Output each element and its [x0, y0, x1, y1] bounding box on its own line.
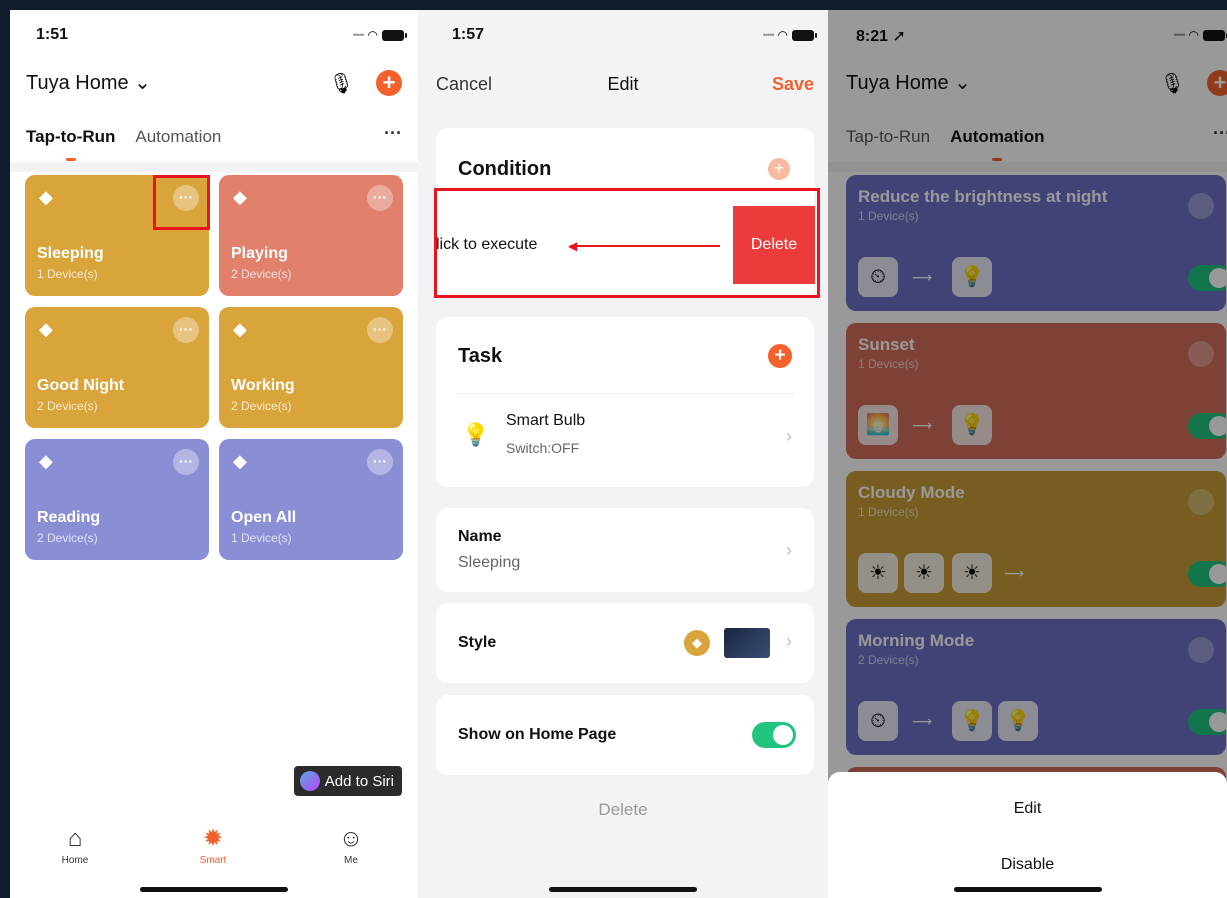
- tabbar-me[interactable]: ☺ Me: [321, 823, 381, 866]
- status-time: 1:57: [452, 26, 485, 43]
- tag-icon: ◆: [39, 319, 53, 339]
- tabbar-smart[interactable]: ✹ Smart: [183, 823, 243, 866]
- condition-title: Condition: [458, 158, 552, 180]
- scene-card-playing[interactable]: ◆ ··· Playing 2 Device(s): [219, 175, 403, 296]
- add-task-icon[interactable]: +: [768, 344, 792, 368]
- dim-overlay[interactable]: [828, 10, 1227, 898]
- phone-smart-tap-to-run: 1:51 ••••• ◠ Tuya Home ⌄ 🎙 + Tap-to-Run A…: [10, 10, 418, 898]
- phone-edit-scene: 1:57 ••••• ◠ Cancel Edit Save Condition +…: [418, 10, 828, 898]
- sheet-disable-button[interactable]: Disable: [828, 856, 1227, 874]
- chevron-right-icon: ›: [786, 426, 792, 446]
- phone-automation-list: 8:21 ➚ ••••• ◠ Tuya Home ⌄ 🎙 + Tap-to-Run…: [828, 10, 1227, 898]
- scene-devices: 2 Device(s): [37, 399, 98, 413]
- name-label: Name: [458, 528, 502, 545]
- scene-devices: 1 Device(s): [37, 267, 98, 281]
- home-name: Tuya Home ⌄: [26, 72, 151, 94]
- scene-card-open-all[interactable]: ◆ ··· Open All 1 Device(s): [219, 439, 403, 560]
- tag-icon: ◆: [233, 187, 247, 207]
- add-plus-icon[interactable]: +: [376, 70, 402, 96]
- microphone-icon[interactable]: 🎙: [329, 71, 354, 96]
- signal-icon: •••••: [352, 30, 365, 40]
- chevron-right-icon: ›: [786, 540, 792, 560]
- tabbar-label: Smart: [199, 855, 227, 866]
- style-label: Style: [458, 634, 497, 651]
- more-icon[interactable]: ···: [367, 449, 393, 475]
- tabbar-label: Home: [61, 855, 89, 866]
- scene-devices: 2 Device(s): [231, 399, 292, 413]
- scene-name: Open All: [231, 509, 297, 526]
- signal-icon: •••••: [762, 30, 775, 40]
- siri-icon: [299, 771, 320, 791]
- home-selector[interactable]: Tuya Home ⌄: [26, 70, 151, 95]
- action-sheet: Edit Disable: [828, 772, 1227, 898]
- task-state: Switch:OFF: [506, 440, 580, 456]
- tab-automation[interactable]: Automation: [135, 127, 221, 147]
- more-icon[interactable]: ···: [367, 185, 393, 211]
- tabbar-home[interactable]: ⌂ Home: [45, 823, 105, 866]
- scene-devices: 2 Device(s): [37, 531, 98, 545]
- more-icon[interactable]: ···: [173, 317, 199, 343]
- task-panel: Task + 💡 Smart Bulb Switch:OFF ›: [436, 317, 814, 487]
- sheet-edit-button[interactable]: Edit: [828, 800, 1227, 818]
- user-icon: ☺: [338, 825, 364, 852]
- more-icon[interactable]: ···: [173, 449, 199, 475]
- scene-name: Playing: [231, 245, 288, 262]
- chevron-right-icon: ›: [786, 631, 792, 651]
- home-indicator: [953, 887, 1102, 892]
- tab-bar: ⌂ Home ✹ Smart ☺ Me: [10, 813, 418, 883]
- delete-scene-button[interactable]: Delete: [418, 800, 828, 820]
- highlight-box: [434, 188, 820, 298]
- tabbar-label: Me: [344, 855, 358, 866]
- show-home-row: Show on Home Page: [436, 695, 814, 775]
- add-to-siri-button[interactable]: Add to Siri: [293, 766, 402, 796]
- status-bar: 1:51 ••••• ◠: [10, 10, 418, 60]
- sun-icon: ✹: [202, 825, 224, 852]
- task-device: Smart Bulb: [506, 412, 586, 429]
- home-indicator: [140, 887, 288, 892]
- divider: [10, 162, 418, 172]
- name-value: Sleeping: [458, 554, 521, 571]
- tag-icon: ◆: [233, 319, 247, 339]
- battery-icon: [382, 29, 407, 41]
- scene-name: Good Night: [37, 377, 125, 394]
- scene-devices: 1 Device(s): [231, 531, 292, 545]
- battery-icon: [792, 29, 817, 41]
- siri-label: Add to Siri: [324, 772, 394, 790]
- wifi-icon: ◠: [777, 28, 788, 42]
- bulb-icon: 💡: [462, 422, 490, 447]
- home-icon: ⌂: [67, 825, 83, 852]
- highlight-box: [153, 175, 210, 230]
- scene-card-reading[interactable]: ◆ ··· Reading 2 Device(s): [25, 439, 209, 560]
- tag-icon: ◆: [39, 187, 53, 207]
- style-image-thumbnail: [724, 628, 770, 658]
- tag-icon: ◆: [39, 451, 53, 471]
- scene-name: Reading: [37, 509, 101, 526]
- task-title: Task: [458, 345, 503, 367]
- show-home-toggle[interactable]: [752, 722, 796, 748]
- status-bar: 1:57 ••••• ◠: [418, 10, 828, 60]
- save-button[interactable]: Save: [772, 74, 814, 95]
- home-indicator: [549, 887, 697, 892]
- page-title: Edit: [607, 74, 639, 94]
- scene-name: Sleeping: [37, 245, 104, 262]
- scene-card-good-night[interactable]: ◆ ··· Good Night 2 Device(s): [25, 307, 209, 428]
- more-icon[interactable]: ···: [367, 317, 393, 343]
- show-home-label: Show on Home Page: [458, 726, 617, 743]
- wifi-icon: ◠: [367, 28, 378, 42]
- add-condition-icon[interactable]: +: [768, 158, 790, 180]
- more-icon[interactable]: ···: [384, 123, 402, 144]
- scene-devices: 2 Device(s): [231, 267, 292, 281]
- status-time: 1:51: [36, 26, 69, 43]
- name-row[interactable]: Name Sleeping ›: [436, 508, 814, 592]
- task-row[interactable]: 💡 Smart Bulb Switch:OFF ›: [436, 394, 814, 484]
- scene-name: Working: [231, 377, 295, 394]
- tag-icon: ◆: [684, 630, 710, 656]
- tab-tap-to-run[interactable]: Tap-to-Run: [26, 127, 115, 147]
- style-row[interactable]: Style ◆ ›: [436, 603, 814, 683]
- tag-icon: ◆: [233, 451, 247, 471]
- scene-card-working[interactable]: ◆ ··· Working 2 Device(s): [219, 307, 403, 428]
